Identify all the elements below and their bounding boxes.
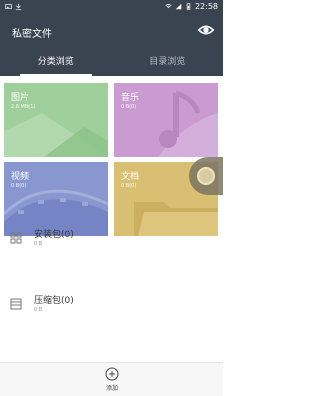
signal-icon [175,3,182,10]
zip-size: 0 B [34,307,43,313]
eye-icon[interactable] [197,21,215,39]
page-title: 私密文件 [12,29,52,40]
apk-title: 安装包(0) [34,230,74,240]
status-time: 22:58 [194,2,218,11]
archive-icon [10,298,22,310]
add-label: 添加 [105,385,118,392]
tab-category-browse[interactable]: 分类浏览 [0,50,112,76]
private-files-screen: 22:58 私密文件 分类浏览 目录浏览 图片 2.8 MB(1) 音乐 0 B [0,0,223,396]
app-header: 私密文件 分类浏览 目录浏览 [0,14,223,76]
status-left-icons [5,3,22,10]
music-tile[interactable]: 音乐 0 B(0) [114,83,218,157]
images-tile[interactable]: 图片 2.8 MB(1) [4,83,108,157]
docs-tile-label: 文档 [121,172,140,182]
status-bar: 22:58 [0,0,223,14]
plus-circle-icon [105,367,119,381]
music-tile-size: 0 B(0) [121,104,137,110]
grid-icon [10,232,22,244]
list-item-apk[interactable]: 安装包(0) 0 B [0,222,223,256]
battery-icon [186,3,191,10]
floating-assist-button[interactable] [189,157,223,195]
images-tile-size: 2.8 MB(1) [11,104,36,110]
docs-tile-size: 0 B(0) [121,183,137,189]
images-tile-label: 图片 [11,93,30,103]
zip-title: 压缩包(0) [34,296,74,306]
bottom-bar: 添加 [0,362,223,396]
status-right: 22:58 [165,2,218,11]
download-notification-icon [15,3,22,10]
tab-bar: 分类浏览 目录浏览 [0,50,223,76]
assist-ball-icon [197,167,215,185]
apk-size: 0 B [34,241,43,247]
music-tile-label: 音乐 [121,93,140,103]
add-button[interactable]: 添加 [96,367,128,395]
gallery-notification-icon [5,4,12,9]
video-tile-label: 视频 [11,172,30,182]
list-item-zip[interactable]: 压缩包(0) 0 B [0,288,223,322]
wifi-icon [165,4,172,9]
tab-directory-browse[interactable]: 目录浏览 [112,50,224,76]
video-tile-size: 0 B(0) [11,183,27,189]
